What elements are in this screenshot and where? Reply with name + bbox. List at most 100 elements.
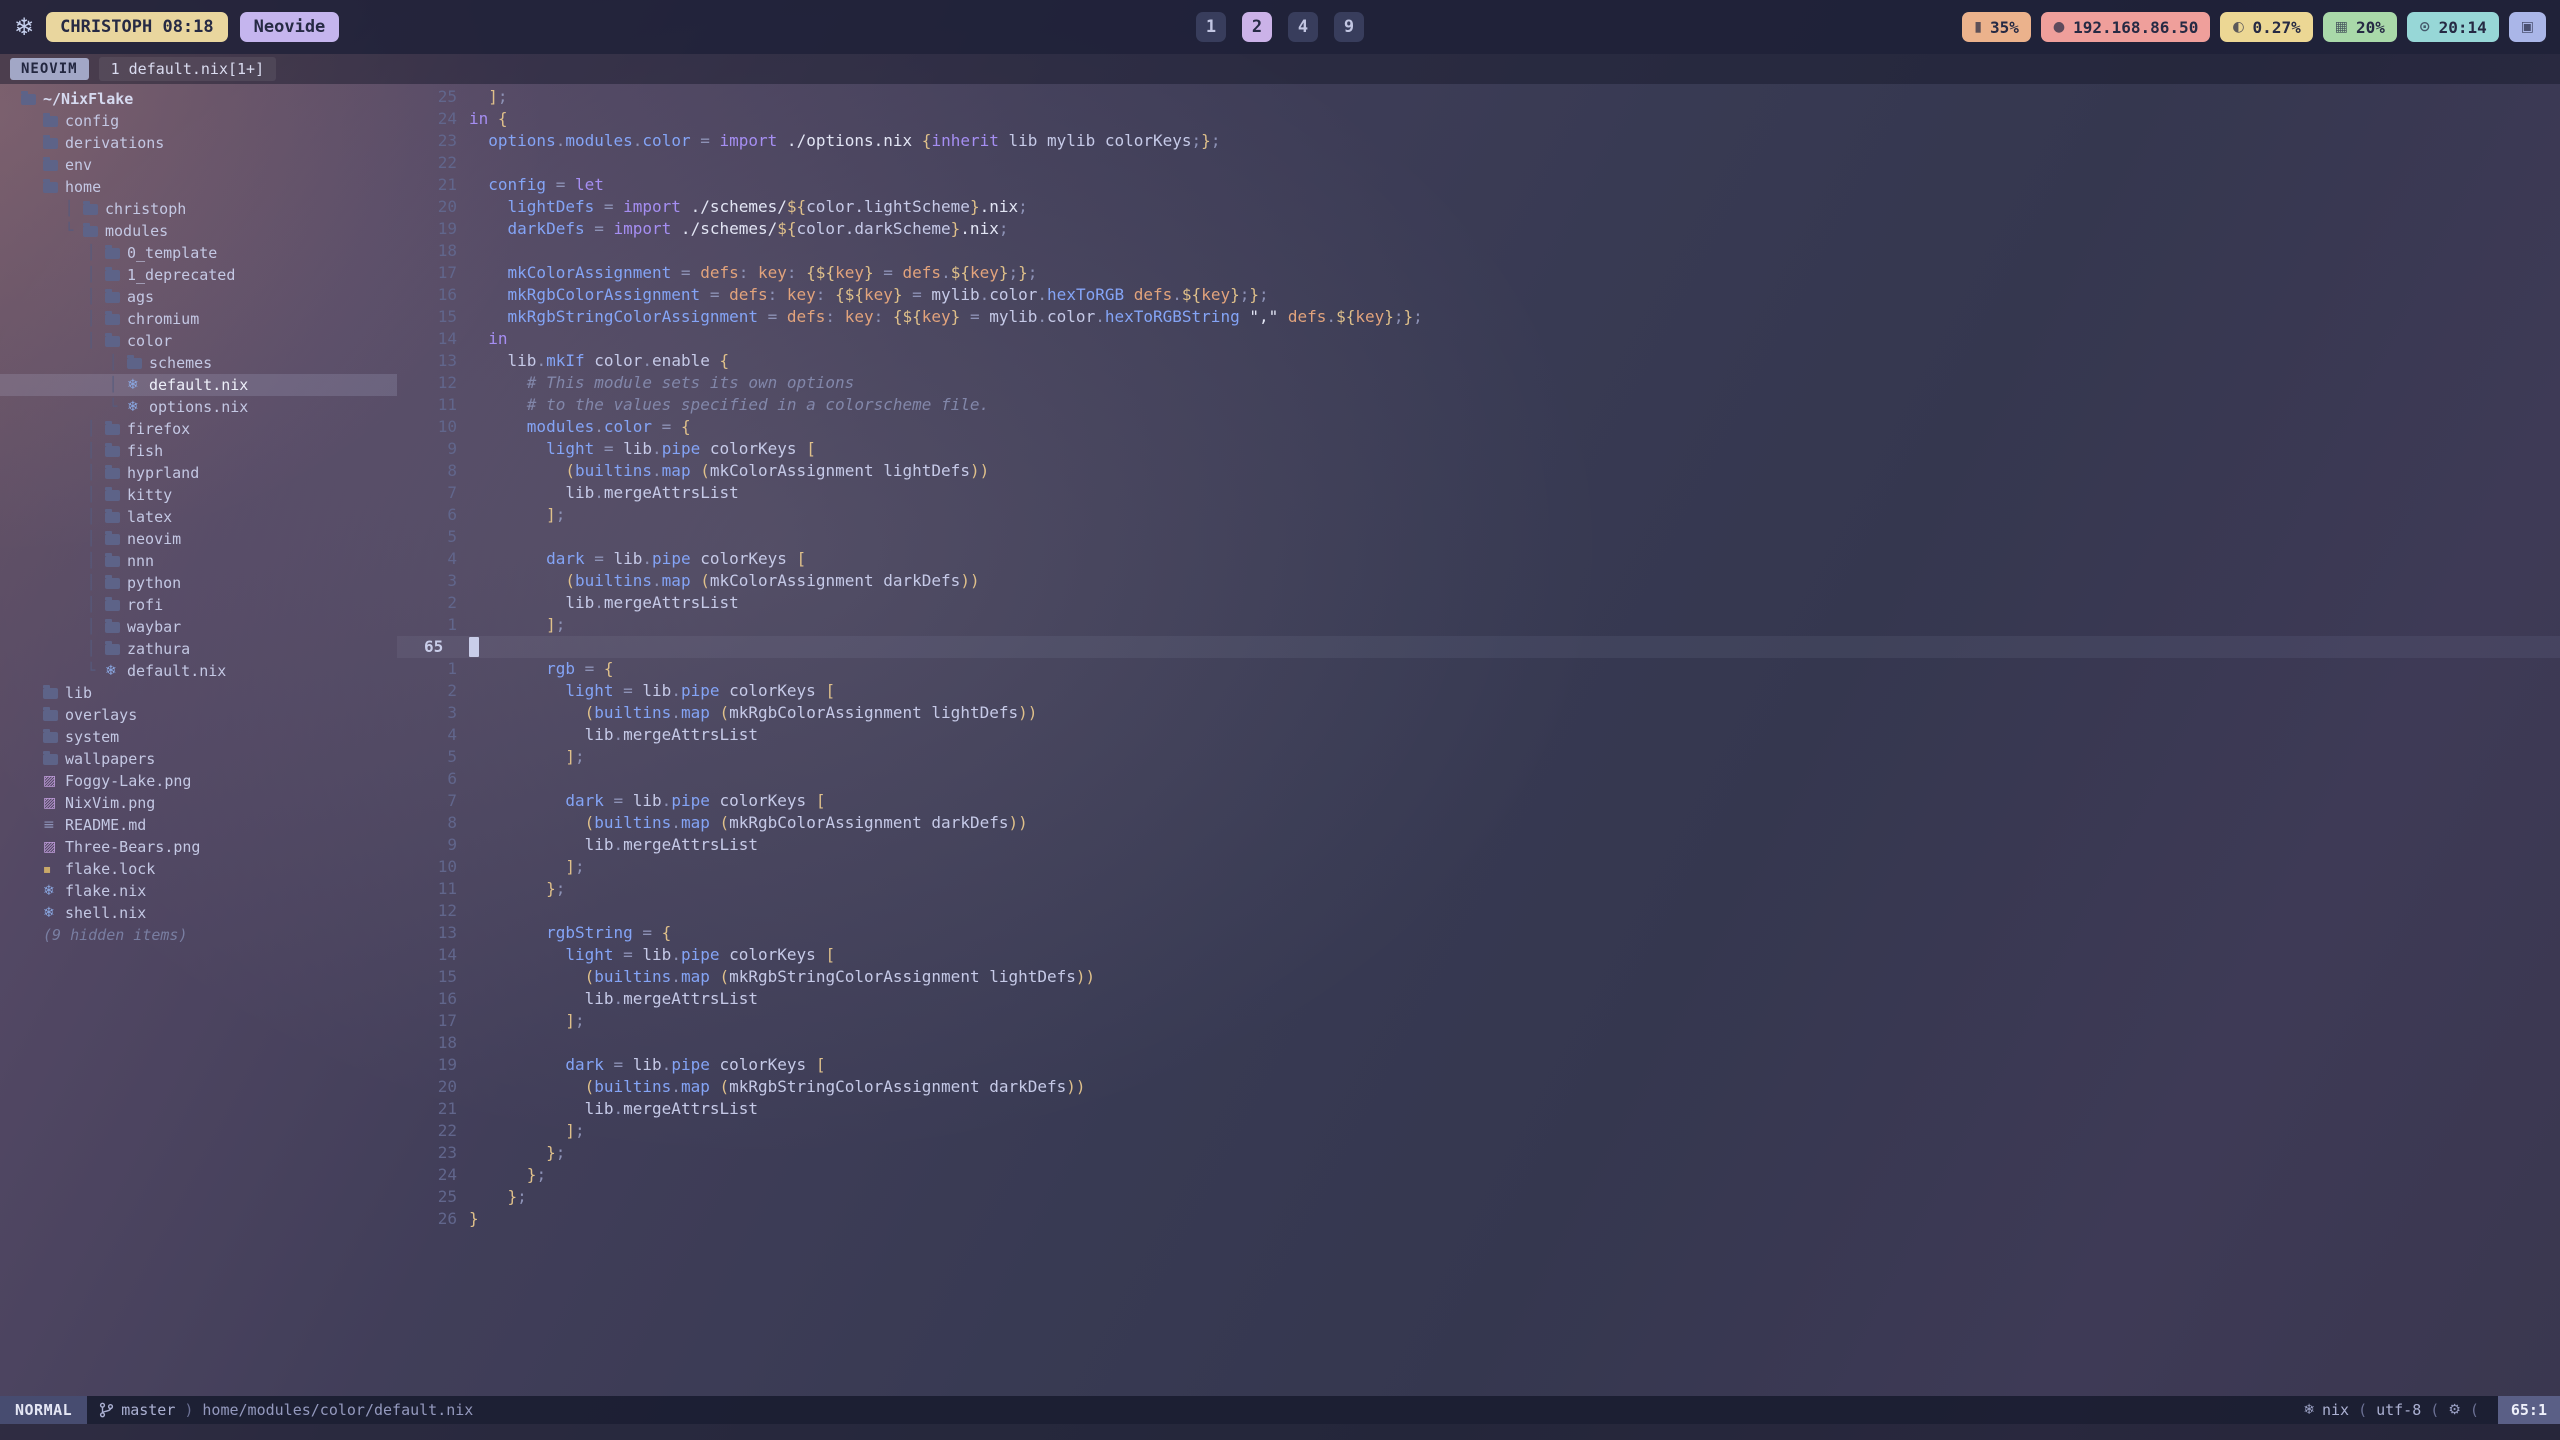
code-line[interactable]: 14 in — [397, 328, 2560, 350]
code-line[interactable]: 26} — [397, 1208, 2560, 1230]
code-line[interactable]: 1 ]; — [397, 614, 2560, 636]
code-token — [469, 967, 585, 986]
tree-item-wallpapers[interactable]: wallpapers — [0, 748, 397, 770]
tree-item-zathura[interactable]: │zathura — [0, 638, 397, 660]
code-line[interactable]: 14 light = lib.pipe colorKeys [ — [397, 944, 2560, 966]
code-line[interactable]: 17 mkColorAssignment = defs: key: {${key… — [397, 262, 2560, 284]
code-line[interactable]: 6 ]; — [397, 504, 2560, 526]
code-line[interactable]: 18 — [397, 1032, 2560, 1054]
code-line[interactable]: 9 lib.mergeAttrsList — [397, 834, 2560, 856]
code-line[interactable]: 22 ]; — [397, 1120, 2560, 1142]
code-token: lib — [469, 989, 614, 1008]
code-line[interactable]: 13 rgbString = { — [397, 922, 2560, 944]
code-line[interactable]: 1 rgb = { — [397, 658, 2560, 680]
tree-item-default.nix[interactable]: └❄default.nix — [0, 660, 397, 682]
tree-item-default.nix[interactable]: │❄default.nix — [0, 374, 397, 396]
tree-item-python[interactable]: │python — [0, 572, 397, 594]
code-line[interactable]: 19 dark = lib.pipe colorKeys [ — [397, 1054, 2560, 1076]
code-line[interactable]: 22 — [397, 152, 2560, 174]
workspace-1[interactable]: 1 — [1196, 12, 1226, 42]
code-line[interactable]: 13 lib.mkIf color.enable { — [397, 350, 2560, 372]
tree-item-0_template[interactable]: │0_template — [0, 242, 397, 264]
code-line[interactable]: 12 # This module sets its own options — [397, 372, 2560, 394]
editor[interactable]: 25 ];24in {23 options.modules.color = im… — [397, 84, 2560, 1396]
tree-item-flake.nix[interactable]: ❄flake.nix — [0, 880, 397, 902]
code-line[interactable]: 25 ]; — [397, 86, 2560, 108]
workspace-9[interactable]: 9 — [1334, 12, 1364, 42]
tree-item-firefox[interactable]: │firefox — [0, 418, 397, 440]
tree-item-options.nix[interactable]: └❄options.nix — [0, 396, 397, 418]
code-line[interactable]: 2 light = lib.pipe colorKeys [ — [397, 680, 2560, 702]
code-line[interactable]: 15 (builtins.map (mkRgbStringColorAssign… — [397, 966, 2560, 988]
workspace-2[interactable]: 2 — [1242, 12, 1272, 42]
code-line[interactable]: 7 lib.mergeAttrsList — [397, 482, 2560, 504]
code-line[interactable]: 21 config = let — [397, 174, 2560, 196]
tree-item-lib[interactable]: lib — [0, 682, 397, 704]
code-line[interactable]: 7 dark = lib.pipe colorKeys [ — [397, 790, 2560, 812]
tree-item-nnn[interactable]: │nnn — [0, 550, 397, 572]
code-line[interactable]: 5 ]; — [397, 746, 2560, 768]
code-line[interactable]: 11 # to the values specified in a colors… — [397, 394, 2560, 416]
code-line[interactable]: 16 lib.mergeAttrsList — [397, 988, 2560, 1010]
tree-item-latex[interactable]: │latex — [0, 506, 397, 528]
code-line[interactable]: 23 options.modules.color = import ./opti… — [397, 130, 2560, 152]
tree-item-system[interactable]: system — [0, 726, 397, 748]
code-line[interactable]: 10 ]; — [397, 856, 2560, 878]
tree-item-hyprland[interactable]: │hyprland — [0, 462, 397, 484]
code-line[interactable]: 5 — [397, 526, 2560, 548]
code-line[interactable]: 24in { — [397, 108, 2560, 130]
code-line[interactable]: 9 light = lib.pipe colorKeys [ — [397, 438, 2560, 460]
code-line[interactable]: 21 lib.mergeAttrsList — [397, 1098, 2560, 1120]
code-line[interactable]: 8 (builtins.map (mkColorAssignment light… — [397, 460, 2560, 482]
tree-item-README.md[interactable]: ≡README.md — [0, 814, 397, 836]
tree-item-ags[interactable]: │ags — [0, 286, 397, 308]
tree-item-NixVim.png[interactable]: ▨NixVim.png — [0, 792, 397, 814]
tree-item-derivations[interactable]: derivations — [0, 132, 397, 154]
tree-item-christoph[interactable]: │christoph — [0, 198, 397, 220]
code-line-cursor[interactable]: 65 — [397, 636, 2560, 658]
tree-item-waybar[interactable]: │waybar — [0, 616, 397, 638]
tree-item-neovim[interactable]: │neovim — [0, 528, 397, 550]
code-line[interactable]: 4 lib.mergeAttrsList — [397, 724, 2560, 746]
tree-item-shell.nix[interactable]: ❄shell.nix — [0, 902, 397, 924]
code-line[interactable]: 20 (builtins.map (mkRgbStringColorAssign… — [397, 1076, 2560, 1098]
code-line[interactable]: 12 — [397, 900, 2560, 922]
tree-item-Three-Bears.png[interactable]: ▨Three-Bears.png — [0, 836, 397, 858]
code-line[interactable]: 17 ]; — [397, 1010, 2560, 1032]
code-line[interactable]: 8 (builtins.map (mkRgbColorAssignment da… — [397, 812, 2560, 834]
tree-item-config[interactable]: config — [0, 110, 397, 132]
tree-item-fish[interactable]: │fish — [0, 440, 397, 462]
code-token: color — [1047, 307, 1095, 326]
tree-item-modules[interactable]: └modules — [0, 220, 397, 242]
code-line[interactable]: 2 lib.mergeAttrsList — [397, 592, 2560, 614]
code-line[interactable]: 15 mkRgbStringColorAssignment = defs: ke… — [397, 306, 2560, 328]
code-line[interactable]: 10 modules.color = { — [397, 416, 2560, 438]
code-line[interactable]: 25 }; — [397, 1186, 2560, 1208]
tree-item-Foggy-Lake.png[interactable]: ▨Foggy-Lake.png — [0, 770, 397, 792]
tree-item-overlays[interactable]: overlays — [0, 704, 397, 726]
workspace-4[interactable]: 4 — [1288, 12, 1318, 42]
tree-item-kitty[interactable]: │kitty — [0, 484, 397, 506]
code-line[interactable]: 3 (builtins.map (mkRgbColorAssignment li… — [397, 702, 2560, 724]
code-line[interactable]: 6 — [397, 768, 2560, 790]
code-line[interactable]: 3 (builtins.map (mkColorAssignment darkD… — [397, 570, 2560, 592]
tree-item-1_deprecated[interactable]: │1_deprecated — [0, 264, 397, 286]
tree-item-color[interactable]: │color — [0, 330, 397, 352]
tree-item-rofi[interactable]: │rofi — [0, 594, 397, 616]
code-line[interactable]: 24 }; — [397, 1164, 2560, 1186]
code-line[interactable]: 23 }; — [397, 1142, 2560, 1164]
code-line[interactable]: 4 dark = lib.pipe colorKeys [ — [397, 548, 2560, 570]
tree-item-chromium[interactable]: │chromium — [0, 308, 397, 330]
tree-item-schemes[interactable]: │schemes — [0, 352, 397, 374]
code-line[interactable]: 11 }; — [397, 878, 2560, 900]
tree-item-env[interactable]: env — [0, 154, 397, 176]
tab-default-nix[interactable]: 1 default.nix[1+] — [99, 57, 277, 81]
tree-item-~NixFlake[interactable]: ~/NixFlake — [0, 88, 397, 110]
tree-item-flake.lock[interactable]: ▪flake.lock — [0, 858, 397, 880]
code-line[interactable]: 16 mkRgbColorAssignment = defs: key: {${… — [397, 284, 2560, 306]
tree-item-home[interactable]: home — [0, 176, 397, 198]
code-line[interactable]: 19 darkDefs = import ./schemes/${color.d… — [397, 218, 2560, 240]
code-token: = — [758, 307, 787, 326]
code-line[interactable]: 20 lightDefs = import ./schemes/${color.… — [397, 196, 2560, 218]
code-line[interactable]: 18 — [397, 240, 2560, 262]
